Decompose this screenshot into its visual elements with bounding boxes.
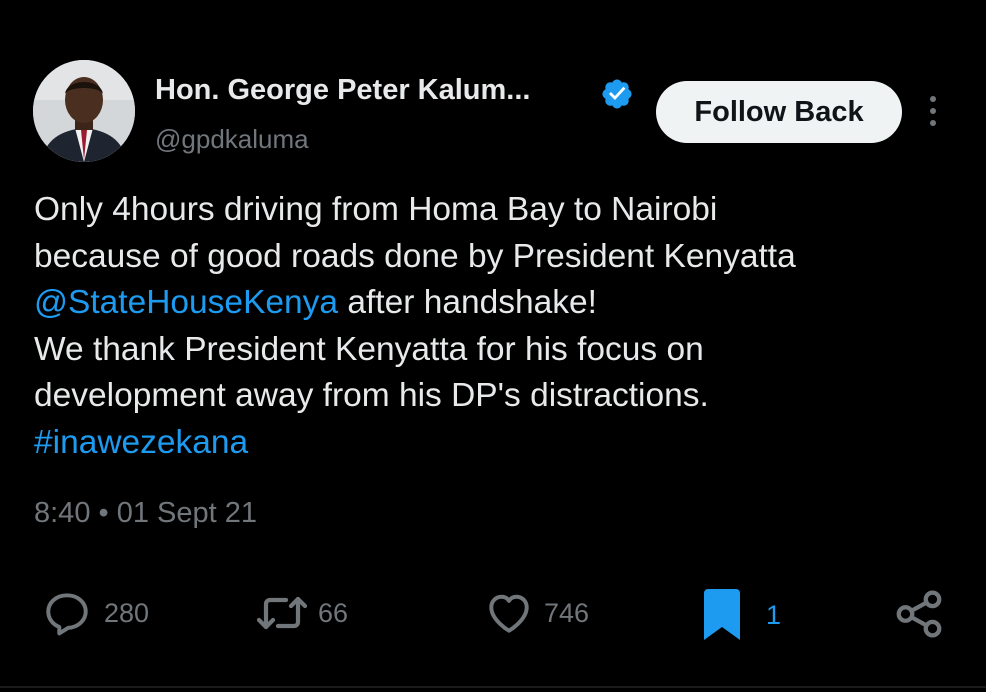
like-count: 746 [544, 597, 590, 628]
like-icon [489, 594, 529, 633]
reply-icon [46, 593, 88, 636]
tweet-text-line: development away from his DP's distracti… [34, 377, 709, 414]
reply-count: 280 [104, 597, 150, 628]
verified-badge-icon [602, 79, 632, 109]
tweet-text-line: We thank President Kenyatta for his focu… [34, 330, 704, 368]
share-button[interactable] [892, 586, 946, 642]
tweet-text-line: Only 4hours driving from Homa Bay to Nai… [34, 191, 718, 228]
avatar-image [33, 60, 135, 162]
hashtag-link[interactable]: #inawezekana [34, 420, 964, 467]
repost-count: 66 [318, 597, 349, 628]
mention-link[interactable]: @StateHouseKenya [34, 284, 338, 321]
bookmark-icon [704, 589, 740, 640]
tweet-text: Only 4hours driving from Homa Bay to Nai… [34, 187, 964, 466]
bookmark-count: 1 [766, 599, 782, 630]
avatar[interactable] [33, 60, 135, 162]
like-button[interactable]: 746 [482, 588, 589, 638]
repost-button[interactable]: 66 [254, 588, 348, 638]
author-name[interactable]: Hon. George Peter Kalum... [155, 74, 530, 107]
more-icon[interactable] [926, 96, 940, 132]
follow-back-button[interactable]: Follow Back [656, 81, 902, 143]
tweet-text-line: because of good roads done by President … [34, 237, 796, 275]
divider [0, 686, 986, 688]
bookmark-button[interactable]: 1 [700, 588, 781, 642]
reply-button[interactable]: 280 [40, 588, 149, 638]
author-handle[interactable]: @gpdkaluma [155, 124, 309, 155]
tweet-text-line: @StateHouseKenya after handshake! [34, 280, 964, 327]
share-icon [896, 590, 942, 638]
tweet-text-fragment: after handshake! [338, 284, 597, 321]
timestamp[interactable]: 8:40 • 01 Sept 21 [34, 497, 257, 530]
repost-icon [256, 596, 308, 630]
